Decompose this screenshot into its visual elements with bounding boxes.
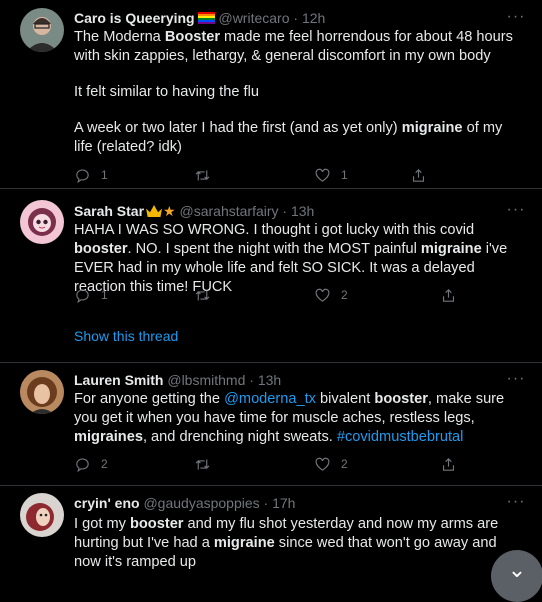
show-thread-link[interactable]: Show this thread [74, 328, 178, 344]
highlighted-keyword: migraine [213, 535, 275, 551]
share-button[interactable] [440, 285, 457, 305]
avatar[interactable] [20, 8, 64, 52]
heart-icon [315, 168, 330, 182]
reply-button[interactable]: 2 [74, 454, 108, 474]
text-segment: It felt similar to having the flu [74, 84, 259, 100]
separator-dot: · [249, 372, 254, 388]
action-bar: 2 2 [74, 454, 457, 474]
like-count: 2 [341, 457, 348, 471]
like-count: 1 [341, 168, 348, 182]
like-button[interactable]: 1 [314, 165, 348, 185]
tweet[interactable]: Caro is Queerying @writecaro · 12h ··· T… [0, 0, 542, 189]
text-segment: HAHA I WAS SO WRONG. I thought i got luc… [74, 222, 479, 238]
heart-icon [315, 457, 330, 471]
rainbow-flag-icon [197, 12, 215, 24]
retweet-icon [195, 290, 210, 300]
inline-link[interactable]: #covidmustbebrutal [337, 429, 464, 445]
text-segment: The Moderna [74, 29, 165, 45]
crown-icon [146, 205, 163, 217]
tweet[interactable]: Sarah Star ★ @sarahstarfairy · 13h ··· HA… [0, 188, 542, 363]
tweet-paragraph: A week or two later I had the first (and… [74, 119, 524, 157]
tweet-paragraph: For anyone getting the @moderna_tx bival… [74, 390, 524, 447]
retweet-icon [195, 170, 210, 180]
action-bar: 1 2 [74, 285, 457, 305]
share-icon [412, 168, 425, 182]
highlighted-keyword: migraines [74, 429, 143, 445]
highlighted-keyword: Booster [164, 29, 220, 45]
reply-button[interactable]: 1 [74, 285, 108, 305]
tweet-paragraph: It felt similar to having the flu [74, 83, 524, 102]
highlighted-keyword: migraine [401, 120, 463, 136]
highlighted-keyword: booster [129, 516, 184, 532]
reply-icon [76, 288, 89, 303]
timestamp[interactable]: 13h [291, 203, 314, 219]
highlighted-keyword: booster [374, 391, 428, 407]
like-button[interactable]: 2 [314, 454, 348, 474]
timeline[interactable]: Caro is Queerying @writecaro · 12h ··· T… [0, 0, 542, 576]
more-options-icon[interactable]: ··· [506, 9, 526, 28]
text-segment: A week or two later I had the first (and… [74, 120, 402, 136]
user-handle[interactable]: @gaudyaspoppies [143, 495, 259, 511]
reply-button[interactable]: 1 [74, 165, 108, 185]
inline-link[interactable]: @moderna_tx [224, 391, 316, 407]
share-icon [442, 457, 455, 471]
share-button[interactable] [410, 165, 427, 185]
retweet-icon [195, 459, 210, 469]
reply-icon [76, 457, 89, 472]
text-segment: I got my [74, 516, 130, 532]
display-name[interactable]: Lauren Smith [74, 372, 163, 388]
text-segment: For anyone getting the [74, 391, 225, 407]
tweet-paragraph: I got my booster and my flu shot yesterd… [74, 515, 524, 572]
display-name[interactable]: cryin' eno [74, 495, 140, 511]
like-button[interactable]: 2 [314, 285, 348, 305]
user-handle[interactable]: @sarahstarfairy [180, 203, 279, 219]
retweet-button[interactable] [194, 454, 211, 474]
display-name[interactable]: Sarah Star [74, 203, 144, 219]
separator-dot: · [263, 495, 269, 511]
timestamp[interactable]: 13h [258, 372, 281, 388]
text-segment: , and drenching night sweats. [142, 429, 337, 445]
separator-dot: · [293, 10, 299, 26]
more-options-icon[interactable]: ··· [506, 371, 526, 390]
more-options-icon[interactable]: ··· [506, 494, 526, 513]
star-icon: ★ [163, 203, 176, 219]
share-icon [442, 288, 455, 302]
retweet-button[interactable] [194, 285, 211, 305]
user-handle[interactable]: @writecaro [218, 10, 289, 26]
heart-icon [315, 288, 330, 302]
separator-dot: · [282, 203, 288, 219]
avatar[interactable] [20, 200, 64, 244]
reply-count: 1 [101, 288, 108, 302]
tweet-text: For anyone getting the @moderna_tx bival… [74, 390, 524, 447]
avatar[interactable] [20, 493, 64, 537]
text-segment: bivalent [315, 391, 375, 407]
scroll-down-button[interactable]: ⌄ [491, 550, 542, 602]
reply-count: 1 [101, 168, 108, 182]
reply-icon [76, 168, 89, 183]
more-options-icon[interactable]: ··· [506, 202, 526, 221]
share-button[interactable] [440, 454, 457, 474]
timestamp[interactable]: 12h [302, 10, 325, 26]
tweet-paragraph: The Moderna Booster made me feel horrend… [74, 28, 524, 66]
tweet[interactable]: Lauren Smith @lbsmithmd · 13h ··· For an… [0, 362, 542, 486]
display-name[interactable]: Caro is Queerying [74, 10, 195, 26]
timestamp[interactable]: 17h [272, 495, 295, 511]
like-count: 2 [341, 288, 348, 302]
highlighted-keyword: booster [74, 241, 128, 257]
avatar[interactable] [20, 370, 64, 414]
reply-count: 2 [101, 457, 108, 471]
tweet-text: The Moderna Booster made me feel horrend… [74, 28, 524, 157]
tweet-text: I got my booster and my flu shot yesterd… [74, 515, 524, 572]
retweet-button[interactable] [194, 165, 211, 185]
user-handle[interactable]: @lbsmithmd [167, 372, 245, 388]
highlighted-keyword: migraine [420, 241, 482, 257]
tweet[interactable]: cryin' eno @gaudyaspoppies · 17h ··· I g… [0, 485, 542, 576]
text-segment: . NO. I spent the night with the MOST pa… [127, 241, 421, 257]
action-bar: 1 1 [74, 165, 454, 185]
